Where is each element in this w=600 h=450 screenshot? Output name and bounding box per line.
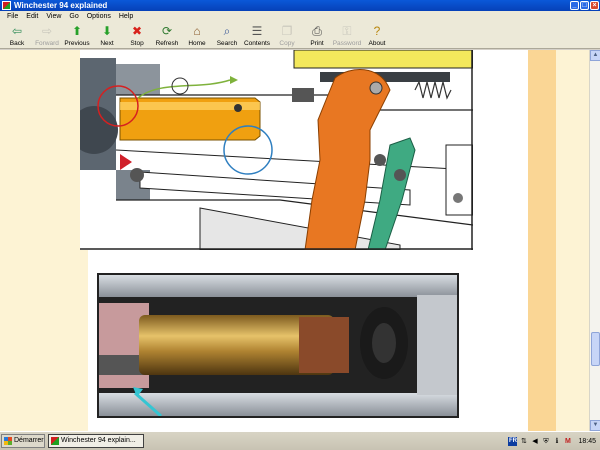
windows-flag-icon (4, 437, 12, 445)
scroll-up-arrow-icon[interactable]: ▲ (590, 50, 600, 61)
search-button[interactable]: ⌕ Search (212, 22, 242, 49)
refresh-icon: ⟳ (161, 24, 173, 38)
contents-button[interactable]: ☰ Contents (242, 22, 272, 49)
close-button[interactable]: × (590, 1, 599, 10)
up-arrow-icon: ⬆ (71, 24, 83, 38)
contents-icon: ☰ (251, 24, 263, 38)
content-viewport[interactable]: ▲ ▼ (0, 50, 600, 431)
volume-icon[interactable]: ◀ (530, 437, 539, 446)
copy-button[interactable]: ❐ Copy (272, 22, 302, 49)
app-mini-icon (51, 437, 59, 445)
clock: 18:45 (578, 437, 596, 445)
refresh-button[interactable]: ⟳ Refresh (152, 22, 182, 49)
print-button[interactable]: ⎙ Print (302, 22, 332, 49)
toolbar-label: Search (216, 40, 238, 47)
pin (234, 104, 242, 112)
scroll-thumb[interactable] (591, 332, 600, 366)
language-indicator[interactable]: FR (508, 436, 518, 446)
password-icon: ⚿ (342, 24, 352, 38)
link-block (292, 88, 314, 102)
toolbar-label: Back (9, 40, 25, 47)
menu-file[interactable]: File (3, 13, 22, 20)
toolbar-label: Password (332, 40, 362, 47)
maximize-button[interactable]: □ (580, 1, 589, 10)
menu-go[interactable]: Go (65, 13, 82, 20)
home-icon: ⌂ (193, 24, 201, 38)
antivirus-icon[interactable]: M (563, 437, 572, 446)
menu-bar: File Edit View Go Options Help (0, 11, 600, 22)
next-button[interactable]: ⬇ Next (92, 22, 122, 49)
toolbar-label: Refresh (155, 40, 179, 47)
app-icon (2, 1, 11, 10)
action-diagram (80, 50, 473, 250)
previous-button[interactable]: ⬆ Previous (62, 22, 92, 49)
forward-button[interactable]: ⇨ Forward (32, 22, 62, 49)
taskbar-window-label: Winchester 94 explain... (61, 437, 136, 444)
toolbar-label: Contents (243, 40, 271, 47)
toolbar-label: Copy (279, 40, 295, 47)
back-arrow-icon: ⇦ (11, 24, 23, 38)
password-button[interactable]: ⚿ Password (332, 22, 362, 49)
info-icon[interactable]: ℹ (552, 437, 561, 446)
home-button[interactable]: ⌂ Home (182, 22, 212, 49)
top-bar (293, 50, 473, 69)
toolbar-label: Forward (35, 40, 59, 47)
cartridge-photo (97, 273, 459, 418)
toolbar: ⇦ Back ⇨ Forward ⬆ Previous ⬇ Next ✖ Stop ⟳ Refresh… (0, 22, 600, 49)
scroll-down-arrow-icon[interactable]: ▼ (590, 420, 600, 431)
search-icon: ⌕ (223, 24, 231, 38)
network-icon[interactable]: ⇅ (519, 437, 528, 446)
toolbar-label: Print (310, 40, 324, 47)
about-icon: ? (373, 24, 381, 38)
menu-edit[interactable]: Edit (22, 13, 42, 20)
vertical-scrollbar[interactable]: ▲ ▼ (589, 50, 600, 431)
minimize-button[interactable]: _ (570, 1, 579, 10)
stop-button[interactable]: ✖ Stop (122, 22, 152, 49)
toolbar-label: Stop (130, 40, 144, 47)
start-button[interactable]: Démarrer (1, 434, 45, 448)
toolbar-label: About (368, 40, 386, 47)
menu-help[interactable]: Help (115, 13, 137, 20)
stop-icon: ✖ (131, 24, 143, 38)
system-tray: FR ⇅ ◀ ⛨ ℹ M 18:45 (508, 434, 600, 448)
toolbar-label: Home (188, 40, 206, 47)
window-title: Winchester 94 explained (14, 1, 108, 10)
back-button[interactable]: ⇦ Back (2, 22, 32, 49)
menu-options[interactable]: Options (83, 13, 115, 20)
down-arrow-icon: ⬇ (101, 24, 113, 38)
toolbar-label: Previous (64, 40, 90, 47)
taskbar-window-button[interactable]: Winchester 94 explain... (48, 434, 144, 448)
title-bar: Winchester 94 explained _ □ × (0, 0, 600, 11)
menu-view[interactable]: View (42, 13, 65, 20)
shield-icon[interactable]: ⛨ (541, 437, 550, 446)
about-button[interactable]: ? About (362, 22, 392, 49)
taskbar: Démarrer Winchester 94 explain... FR ⇅ ◀… (0, 431, 600, 450)
forward-arrow-icon: ⇨ (41, 24, 53, 38)
copy-icon: ❐ (281, 24, 293, 38)
print-icon: ⎙ (312, 24, 322, 38)
screw-left (130, 168, 144, 182)
toolbar-label: Next (100, 40, 114, 47)
start-label: Démarrer (14, 437, 44, 444)
